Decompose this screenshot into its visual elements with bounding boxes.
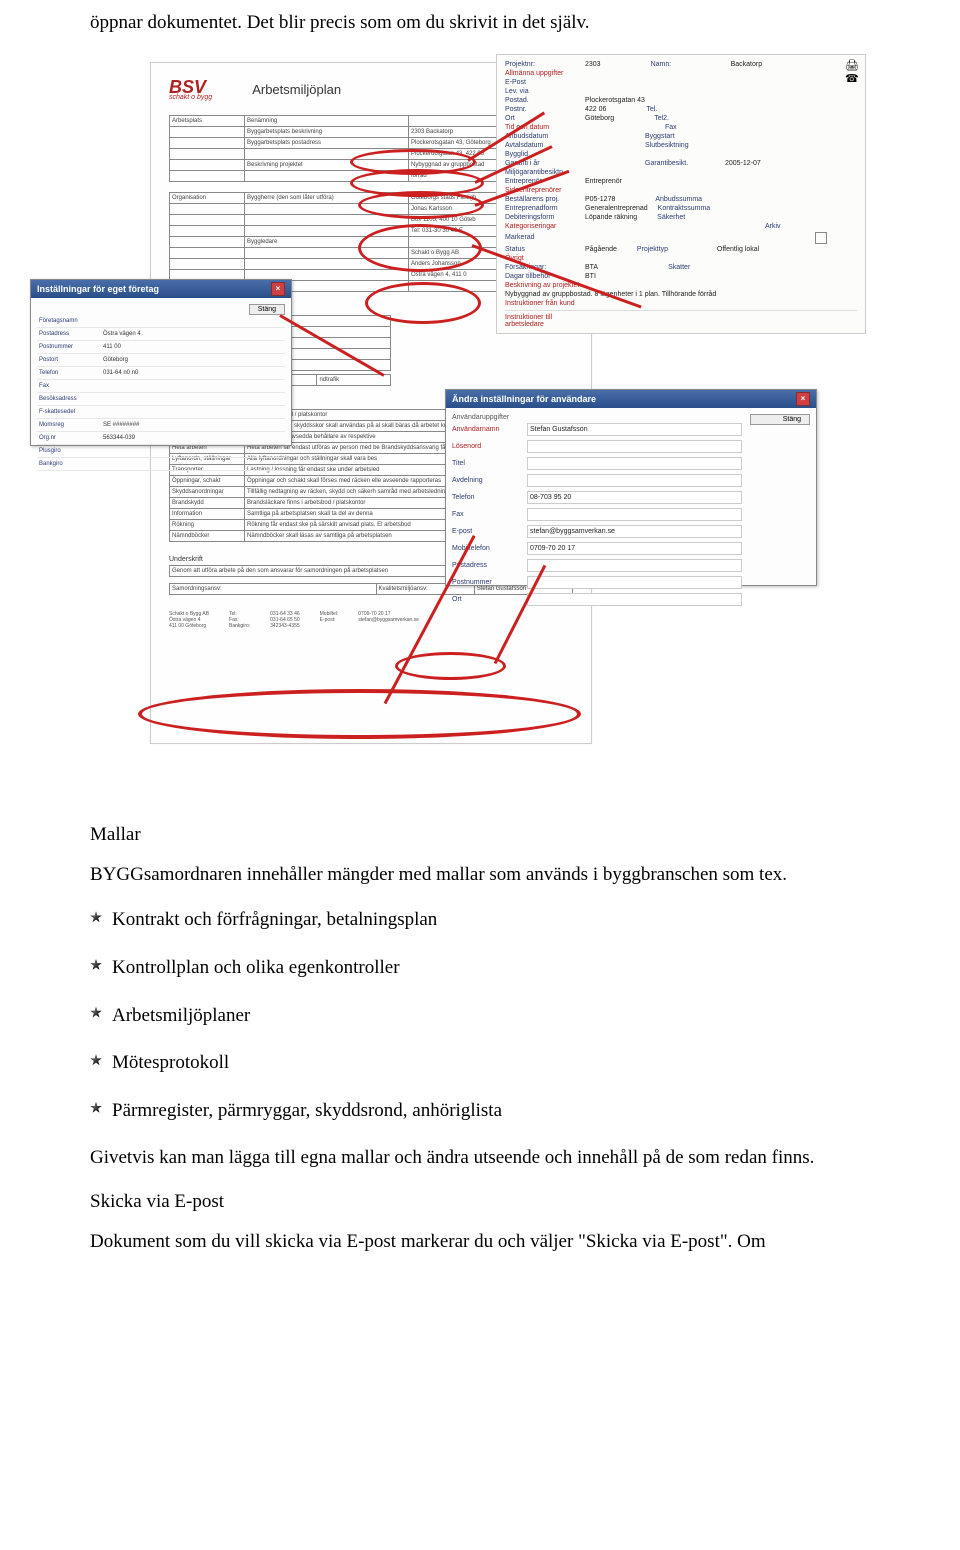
epost-paragraph: Dokument som du vill skicka via E-post m… bbox=[90, 1229, 870, 1255]
intro-paragraph: öppnar dokumentet. Det blir precis som o… bbox=[90, 10, 870, 36]
user-settings-window: Ändra inställningar för användare × Anvä… bbox=[445, 389, 817, 586]
footer-email: stefan@byggsamverkan.se bbox=[358, 617, 419, 623]
postnr-field[interactable] bbox=[527, 576, 742, 589]
list-item: Pärmregister, pärmryggar, skyddsrond, an… bbox=[90, 1098, 870, 1124]
phone-icon[interactable]: ☎ bbox=[845, 74, 859, 85]
close-icon[interactable]: × bbox=[271, 282, 285, 296]
red-annotation-oval bbox=[358, 191, 484, 219]
fax-field[interactable] bbox=[527, 508, 742, 521]
dept-field[interactable] bbox=[527, 474, 742, 487]
ort-field[interactable] bbox=[527, 593, 742, 606]
bsv-logo: BSV schakt o bygg bbox=[169, 79, 212, 101]
archive-checkbox[interactable] bbox=[815, 232, 827, 244]
footer-addr2: 411 00 Göteborg bbox=[169, 623, 209, 629]
logo-subtext: schakt o bygg bbox=[169, 95, 212, 101]
red-annotation-oval bbox=[365, 282, 481, 324]
mallar-heading: Mallar bbox=[90, 824, 870, 846]
red-annotation-oval bbox=[358, 224, 482, 272]
group-label: Användaruppgifter bbox=[452, 414, 742, 421]
mobile-field[interactable]: 0709-70 20 17 bbox=[527, 542, 742, 555]
screenshot-figure: BSV schakt o bygg Arbetsmiljöplan Arbets… bbox=[90, 54, 870, 774]
red-annotation-oval bbox=[138, 689, 581, 739]
bullet-list: Kontrakt och förfrågningar, betalningspl… bbox=[90, 907, 870, 1123]
close-icon[interactable]: × bbox=[796, 392, 810, 406]
list-item: Arbetsmiljöplaner bbox=[90, 1003, 870, 1029]
email-field[interactable]: stefan@byggsamverkan.se bbox=[527, 525, 742, 538]
company-fields-table: Företagsnamn PostadressÖstra vägen 4 Pos… bbox=[37, 315, 285, 471]
password-field[interactable] bbox=[527, 440, 742, 453]
phone-field[interactable]: 08-703 95 20 bbox=[527, 491, 742, 504]
list-item: Mötesprotokoll bbox=[90, 1050, 870, 1076]
footer-bg: 342343-4355 bbox=[270, 623, 299, 629]
list-item: Kontrollplan och olika egenkontroller bbox=[90, 955, 870, 981]
close-button[interactable]: Stäng bbox=[249, 304, 285, 315]
postaddr-field[interactable] bbox=[527, 559, 742, 572]
mallar-intro: BYGGsamordnaren innehåller mängder med m… bbox=[90, 862, 870, 888]
list-item: Kontrakt och förfrågningar, betalningspl… bbox=[90, 907, 870, 933]
company-settings-window: Inställningar för eget företag × Stäng F… bbox=[30, 279, 292, 446]
close-button[interactable]: Stäng bbox=[750, 414, 810, 425]
project-panel: 🖨 ☎ Projektnr:2303 Namn:Backatorp Allmän… bbox=[496, 54, 866, 334]
username-field[interactable]: Stefan Gustafsson bbox=[527, 423, 742, 436]
epost-heading: Skicka via E-post bbox=[90, 1191, 870, 1213]
window-title: Ändra inställningar för användare bbox=[452, 394, 596, 404]
givetvis-paragraph: Givetvis kan man lägga till egna mallar … bbox=[90, 1145, 870, 1171]
window-title: Inställningar för eget företag bbox=[37, 284, 159, 294]
print-icon[interactable]: 🖨 bbox=[845, 61, 859, 72]
title-field[interactable] bbox=[527, 457, 742, 470]
document-title: Arbetsmiljöplan bbox=[252, 82, 341, 97]
